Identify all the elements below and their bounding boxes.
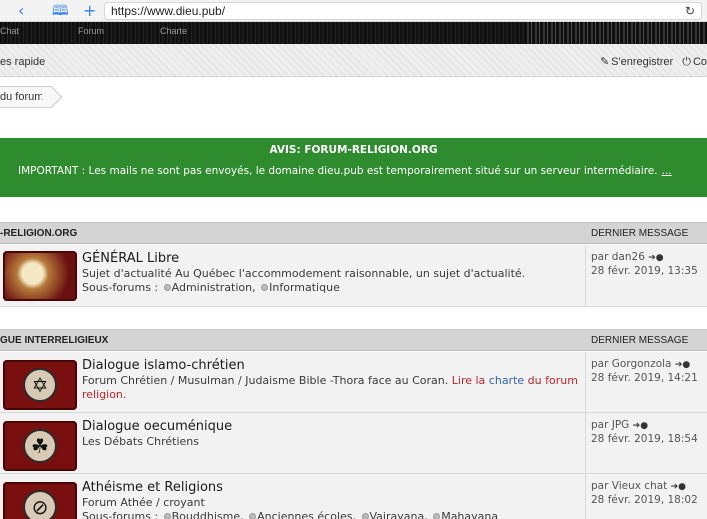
desc-red-text: Lire la	[451, 374, 486, 387]
register-link[interactable]: S'enregistrer	[611, 56, 673, 68]
breadcrumb[interactable]: du forum	[0, 86, 53, 108]
forum-row: GÉNÉRAL Libre Sujet d'actualité Au Québe…	[0, 245, 707, 307]
last-post-date: 28 févr. 2019, 18:02	[591, 494, 698, 506]
subforum-icon	[249, 513, 257, 519]
plus-icon[interactable]: +	[83, 2, 96, 20]
last-post: par Vieux chat ➔● 28 févr. 2019, 18:02	[591, 480, 698, 507]
chevron-left-icon[interactable]: ‹	[18, 2, 24, 20]
forum-title[interactable]: Dialogue islamo-chrétien	[82, 358, 245, 373]
subforum-icon	[433, 513, 441, 519]
subforums-label: Sous-forums :	[82, 281, 159, 294]
forum-description: Forum Athée / croyant	[82, 496, 205, 509]
subforum-link[interactable]: Mahayana	[441, 510, 498, 519]
last-post-header: DERNIER MESSAGE	[591, 335, 689, 346]
star-of-david-icon: ✡	[23, 368, 57, 402]
last-post-header: DERNIER MESSAGE	[591, 228, 689, 239]
charter-link[interactable]: charte	[489, 374, 524, 387]
quick-links[interactable]: es rapide	[0, 56, 45, 68]
forum-row: ☘ Dialogue oecuménique Les Débats Chréti…	[0, 413, 707, 474]
address-bar[interactable]: https://www.dieu.pub/ ↻	[104, 2, 702, 20]
goto-post-icon[interactable]: ➔●	[671, 482, 686, 492]
forum-title[interactable]: Athéisme et Religions	[82, 480, 223, 495]
column-divider	[585, 352, 586, 412]
column-divider	[585, 474, 586, 519]
goto-post-icon[interactable]: ➔●	[648, 253, 663, 263]
notice-message: IMPORTANT : Les mails ne sont pas envoyé…	[0, 165, 707, 177]
forum-title[interactable]: Dialogue oecuménique	[82, 419, 232, 434]
forum-description: Forum Chrétien / Musulman / Judaisme Bib…	[82, 374, 582, 402]
url-text: https://www.dieu.pub/	[111, 4, 226, 18]
nav-charte[interactable]: Charte	[160, 26, 187, 36]
forum-description: Les Débats Chrétiens	[82, 435, 199, 448]
last-post-author[interactable]: par Gorgonzola	[591, 358, 671, 370]
user-links: ✎ S'enregistrer ⏻ Co	[598, 55, 707, 69]
no-symbol-icon: ⊘	[23, 490, 57, 519]
nav-forum[interactable]: Forum	[78, 26, 104, 36]
last-post-date: 28 févr. 2019, 13:35	[591, 265, 698, 277]
forum-atheism-icon[interactable]: ⊘	[3, 482, 77, 519]
goto-post-icon[interactable]: ➔●	[633, 421, 648, 431]
last-post-author[interactable]: par dan26	[591, 251, 645, 263]
last-post: par dan26 ➔● 28 févr. 2019, 13:35	[591, 251, 698, 278]
breadcrumb-forum-index[interactable]: du forum	[0, 91, 43, 103]
notice-text: IMPORTANT : Les mails ne sont pas envoyé…	[18, 165, 658, 177]
category-title[interactable]: GUE INTERRELIGIEUX	[0, 335, 108, 346]
subforum-icon	[163, 513, 171, 519]
last-post-date: 28 févr. 2019, 18:54	[591, 433, 698, 445]
notice-banner: AVIS: FORUM-RELIGION.ORG IMPORTANT : Les…	[0, 138, 707, 197]
goto-post-icon[interactable]: ➔●	[675, 360, 690, 370]
subforum-link[interactable]: Informatique	[269, 281, 340, 294]
book-icon[interactable]: 🕮	[52, 2, 69, 20]
category-header: GUE INTERRELIGIEUX DERNIER MESSAGE	[0, 329, 707, 351]
forum-row: ✡ Dialogue islamo-chrétien Forum Chrétie…	[0, 352, 707, 413]
forum-row: ⊘ Athéisme et Religions Forum Athée / cr…	[0, 474, 707, 519]
subforums: Sous-forums : Administration, Informatiq…	[82, 281, 340, 294]
forum-islam-christian-icon[interactable]: ✡	[3, 360, 77, 410]
subforum-link[interactable]: Anciennes écoles,	[257, 510, 356, 519]
desc-rest: Au Québec l'accommodement raisonnable, u…	[171, 267, 526, 280]
subforum-icon	[361, 513, 369, 519]
category-header: -RELIGION.ORG DERNIER MESSAGE	[0, 222, 707, 244]
subforum-link[interactable]: Vajrayana,	[370, 510, 428, 519]
last-post-author[interactable]: par JPG	[591, 419, 629, 431]
notice-title: AVIS: FORUM-RELIGION.ORG	[269, 144, 438, 156]
forum-general-icon[interactable]	[3, 251, 77, 301]
header-decoration	[527, 22, 707, 44]
category-title[interactable]: -RELIGION.ORG	[0, 228, 77, 239]
subforum-icon	[163, 284, 171, 291]
reload-icon[interactable]: ↻	[685, 3, 695, 19]
triquetra-icon: ☘	[23, 429, 57, 463]
last-post: par JPG ➔● 28 févr. 2019, 18:54	[591, 419, 698, 446]
quick-links-bar: es rapide ✎ S'enregistrer ⏻ Co	[0, 44, 707, 77]
browser-toolbar: ‹ 🕮 + https://www.dieu.pub/ ↻	[0, 0, 707, 22]
nav-chat[interactable]: Chat	[0, 26, 19, 36]
last-post-date: 28 févr. 2019, 14:21	[591, 372, 698, 384]
notice-more-link[interactable]: ...	[662, 165, 672, 177]
subforum-icon	[261, 284, 269, 291]
edit-icon: ✎	[599, 56, 610, 68]
subforums-label: Sous-forums :	[82, 510, 159, 519]
forum-description: Sujet d'actualité Au Québec l'accommodem…	[82, 267, 582, 281]
power-icon: ⏻	[682, 56, 691, 68]
subforum-link[interactable]: Administration,	[172, 281, 256, 294]
subforums: Sous-forums : Bouddhisme, Anciennes écol…	[82, 510, 498, 519]
forum-oecumenical-icon[interactable]: ☘	[3, 421, 77, 471]
login-link[interactable]: Co	[693, 56, 707, 68]
forum-title[interactable]: GÉNÉRAL Libre	[82, 251, 179, 266]
column-divider	[585, 413, 586, 473]
column-divider	[585, 245, 586, 306]
subforum-link[interactable]: Bouddhisme,	[172, 510, 244, 519]
last-post: par Gorgonzola ➔● 28 févr. 2019, 14:21	[591, 358, 698, 385]
last-post-author[interactable]: par Vieux chat	[591, 480, 667, 492]
desc-lead: Sujet d'actualité	[82, 267, 172, 280]
desc-text: Forum Chrétien / Musulman / Judaisme Bib…	[82, 374, 449, 387]
site-header	[0, 22, 707, 44]
